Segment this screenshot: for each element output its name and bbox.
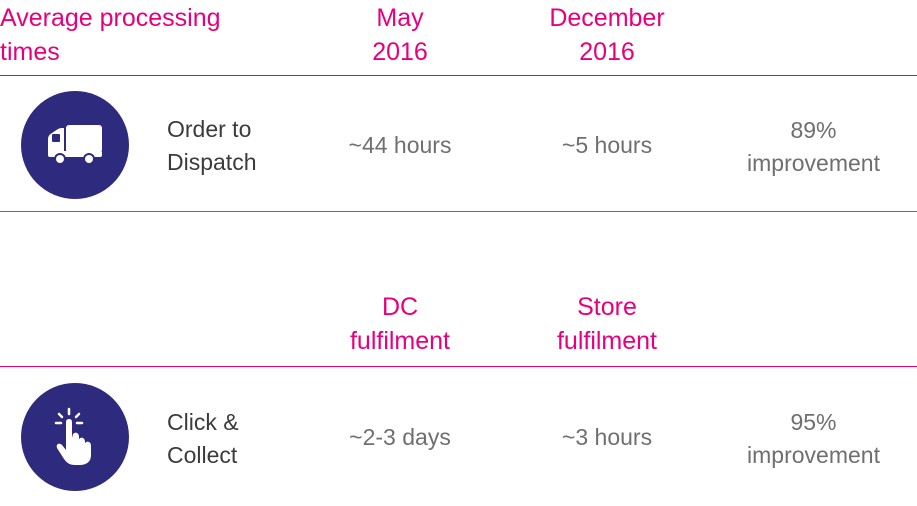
row-label-click-and-collect: Click & Collect — [167, 409, 239, 468]
improvement-value: 95% improvement — [747, 409, 880, 468]
header-divider — [0, 366, 917, 367]
pointing-hand-tap-icon — [52, 407, 98, 467]
truck-icon-badge — [21, 91, 129, 199]
hand-icon-badge — [21, 383, 129, 491]
row-divider — [0, 211, 917, 212]
column-header-dc-fulfilment: DC fulfilment — [349, 293, 451, 355]
dc-fulfilment-value: ~2-3 days — [349, 424, 451, 450]
row-label-order-to-dispatch: Order to Dispatch — [167, 116, 257, 175]
december-2016-value: ~5 hours — [561, 132, 653, 158]
column-header-store-fulfilment: Store fulfilment — [556, 293, 658, 355]
may-2016-value: ~44 hours — [348, 132, 452, 158]
column-header-december-2016: December 2016 — [549, 4, 665, 66]
column-header-may-2016: May 2016 — [372, 4, 428, 66]
improvement-value: 89% improvement — [747, 117, 880, 176]
delivery-truck-icon — [46, 123, 104, 167]
store-fulfilment-value: ~3 hours — [561, 424, 653, 450]
table-title: Average processing times — [0, 4, 221, 66]
header-divider — [0, 75, 917, 76]
